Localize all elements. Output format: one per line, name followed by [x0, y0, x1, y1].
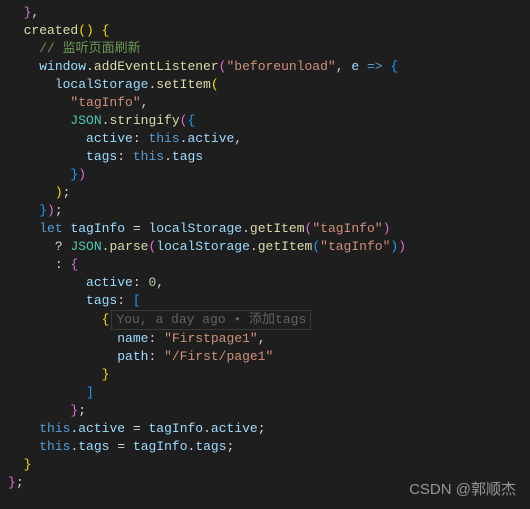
- code-line: path: "/First/page1": [0, 348, 530, 366]
- code-line: "tagInfo",: [0, 94, 530, 112]
- code-line: }: [0, 456, 530, 474]
- git-blame-lens[interactable]: You, a day ago • 添加tags: [111, 310, 311, 330]
- watermark-text: CSDN @郭顺杰: [409, 481, 516, 499]
- code-line: ? JSON.parse(localStorage.getItem("tagIn…: [0, 238, 530, 256]
- code-line: name: "Firstpage1",: [0, 330, 530, 348]
- code-line: tags: [: [0, 292, 530, 310]
- code-line: let tagInfo = localStorage.getItem("tagI…: [0, 220, 530, 238]
- code-line: ]: [0, 384, 530, 402]
- code-line: : {: [0, 256, 530, 274]
- code-line: };: [0, 402, 530, 420]
- code-line: active: 0,: [0, 274, 530, 292]
- code-line: this.tags = tagInfo.tags;: [0, 438, 530, 456]
- code-line: );: [0, 184, 530, 202]
- code-line: },: [0, 4, 530, 22]
- code-editor[interactable]: }, created() { // 监听页面刷新 window.addEvent…: [0, 4, 530, 492]
- code-line: }): [0, 166, 530, 184]
- code-line: active: this.active,: [0, 130, 530, 148]
- code-line: }: [0, 366, 530, 384]
- code-line: JSON.stringify({: [0, 112, 530, 130]
- code-line: tags: this.tags: [0, 148, 530, 166]
- code-line: // 监听页面刷新: [0, 40, 530, 58]
- code-line: window.addEventListener("beforeunload", …: [0, 58, 530, 76]
- code-line: localStorage.setItem(: [0, 76, 530, 94]
- code-line: });: [0, 202, 530, 220]
- code-line: {You, a day ago • 添加tags: [0, 310, 530, 330]
- code-line: created() {: [0, 22, 530, 40]
- code-line: this.active = tagInfo.active;: [0, 420, 530, 438]
